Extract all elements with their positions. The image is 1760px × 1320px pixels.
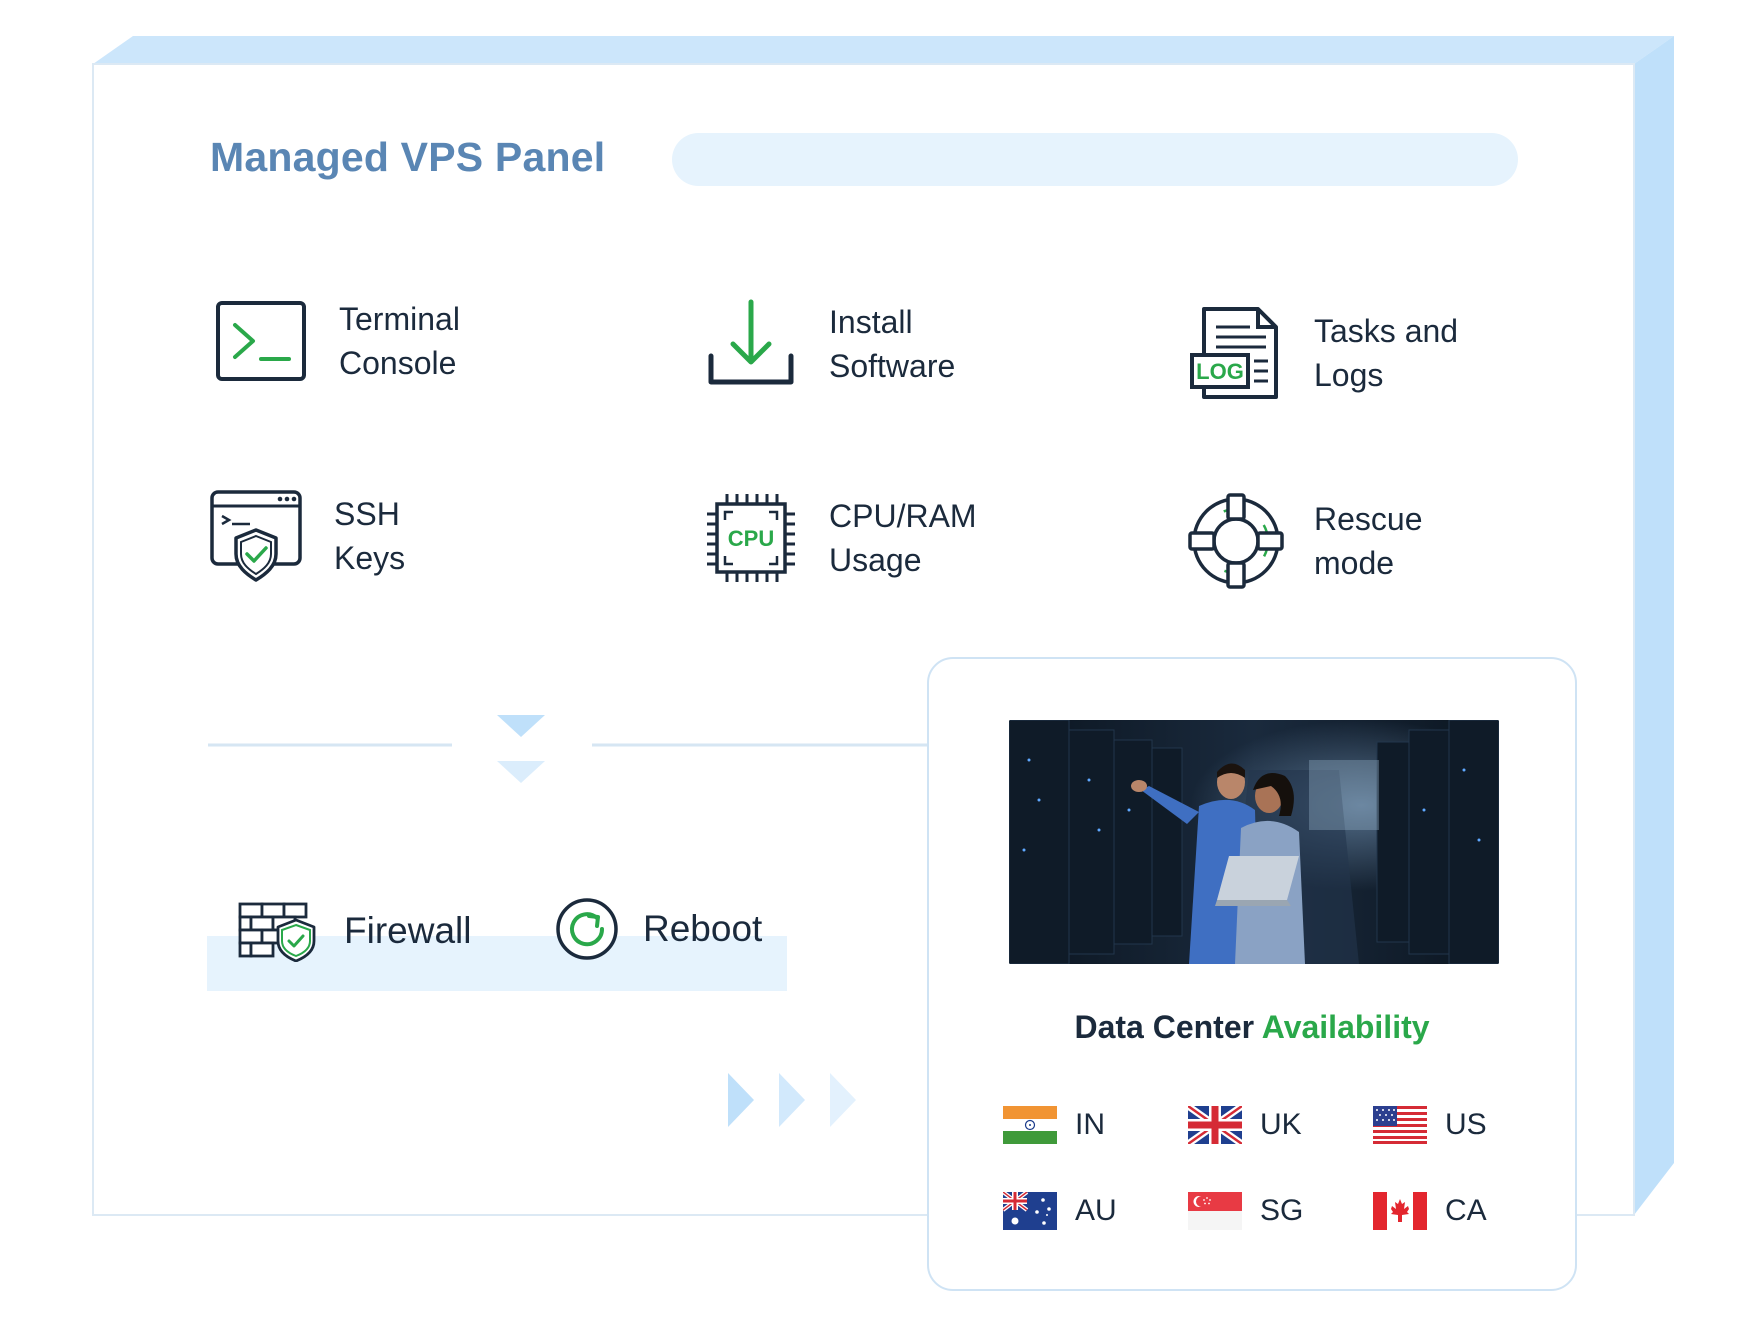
- feature-install-software[interactable]: Install Software: [703, 296, 1029, 392]
- feature-cpu-ram-usage[interactable]: CPU CPU/RAM Usage: [703, 490, 1029, 586]
- download-icon: [708, 299, 794, 385]
- location-code: CA: [1445, 1194, 1487, 1227]
- panel-title: Managed VPS Panel: [210, 134, 606, 180]
- location-in[interactable]: IN: [1003, 1106, 1105, 1144]
- reboot-label: Reboot: [643, 908, 763, 949]
- title-accent: Availability: [1261, 1009, 1430, 1045]
- firewall-button[interactable]: Firewall: [236, 900, 471, 962]
- reboot-icon: [556, 898, 618, 960]
- feature-label: CPU/RAM Usage: [829, 498, 977, 578]
- ssh-shield-icon: [210, 490, 302, 582]
- location-us[interactable]: US: [1373, 1106, 1487, 1144]
- feature-label: Tasks and Logs: [1314, 313, 1459, 393]
- server-room-photo: [1009, 720, 1499, 964]
- location-code: AU: [1075, 1194, 1117, 1227]
- feature-label: Terminal Console: [339, 301, 460, 381]
- feature-ssh-keys[interactable]: SSH Keys: [208, 488, 534, 584]
- title-prefix: Data Center: [1074, 1009, 1262, 1045]
- singapore-flag-icon: [1188, 1192, 1242, 1230]
- canada-flag-icon: [1373, 1192, 1427, 1230]
- location-ca[interactable]: CA: [1373, 1192, 1487, 1230]
- feature-label: Install Software: [829, 304, 956, 384]
- search-bar[interactable]: [672, 133, 1518, 186]
- feature-rescue-mode[interactable]: Rescue mode: [1188, 493, 1514, 589]
- location-au[interactable]: AU: [1003, 1192, 1117, 1230]
- uk-flag-icon: [1188, 1106, 1242, 1144]
- australia-flag-icon: [1003, 1192, 1057, 1230]
- location-code: US: [1445, 1108, 1487, 1141]
- feature-label: Rescue mode: [1314, 501, 1423, 581]
- us-flag-icon: [1373, 1106, 1427, 1144]
- svg-text:CPU: CPU: [728, 526, 774, 551]
- location-uk[interactable]: UK: [1188, 1106, 1302, 1144]
- svg-text:LOG: LOG: [1196, 359, 1244, 384]
- location-code: IN: [1075, 1108, 1105, 1141]
- location-sg[interactable]: SG: [1188, 1192, 1303, 1230]
- location-code: SG: [1260, 1194, 1304, 1227]
- lifebuoy-icon: [1188, 493, 1284, 589]
- location-code: UK: [1260, 1108, 1302, 1141]
- firewall-icon: [238, 902, 316, 962]
- feature-tasks-logs[interactable]: LOG Tasks and Logs: [1188, 305, 1514, 401]
- firewall-label: Firewall: [344, 910, 472, 951]
- data-center-title: Data Center Availability: [929, 1009, 1575, 1046]
- cpu-chip-icon: CPU: [707, 494, 795, 582]
- reboot-button[interactable]: Reboot: [555, 897, 762, 961]
- feature-terminal-console[interactable]: Terminal Console: [213, 293, 539, 389]
- log-file-icon: LOG: [1190, 307, 1278, 399]
- data-center-card: Data Center Availability IN UK US AU SG …: [927, 657, 1577, 1291]
- india-flag-icon: [1003, 1106, 1057, 1144]
- feature-label: SSH Keys: [334, 496, 406, 576]
- terminal-icon: [216, 301, 306, 381]
